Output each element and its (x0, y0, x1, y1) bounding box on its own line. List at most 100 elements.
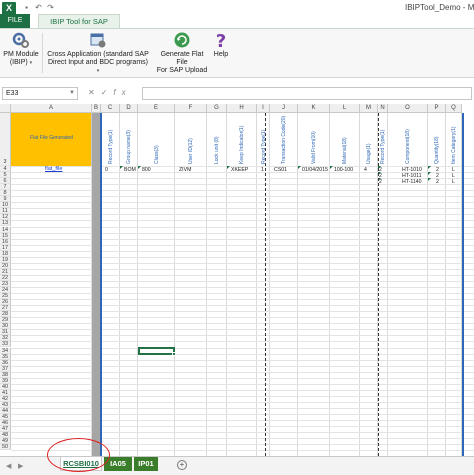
flat-file-link[interactable]: flat_file (45, 166, 62, 172)
column-header[interactable]: D (120, 104, 138, 113)
svg-text:?: ? (216, 31, 226, 49)
grid-row-line (11, 317, 474, 319)
right-blue-border (462, 113, 464, 456)
field-header[interactable]: User ID(12) (188, 138, 194, 164)
undo-icon[interactable]: ↶ (34, 3, 43, 12)
generate-line2: For SAP Upload (156, 67, 208, 74)
column-header[interactable]: G (207, 104, 227, 113)
function-icon[interactable]: fx (113, 88, 131, 97)
enter-icon[interactable]: ✓ (101, 88, 114, 97)
flat-file-header-label: Flat File Generated (30, 135, 73, 141)
app-icon (90, 33, 106, 48)
grid-row-line (11, 190, 474, 192)
column-header[interactable]: M (360, 104, 378, 113)
chevron-down-icon[interactable]: ▼ (69, 88, 75, 99)
grid-row-line (11, 262, 474, 264)
column-header[interactable]: C (101, 104, 120, 113)
grid-row-line (11, 329, 474, 331)
help-button[interactable]: ? Help (211, 31, 231, 59)
column-header[interactable]: F (175, 104, 207, 113)
data-cell[interactable]: 100-100 (334, 167, 353, 173)
error-indicator-icon (428, 166, 431, 169)
window-title: IBIPTool_Demo - Micro (405, 3, 474, 12)
column-header[interactable]: E (138, 104, 175, 113)
pm-module-button[interactable]: PM Module (IBIP) ▾ (2, 31, 40, 67)
data-cell[interactable]: 4 (364, 167, 367, 173)
next-sheet-icon[interactable]: ▶ (18, 462, 23, 470)
column-header[interactable]: O (388, 104, 428, 113)
spreadsheet-grid[interactable]: ABCDEFGHIJKLMNOPQ Flat File Generated Re… (0, 104, 474, 456)
section-divider-1 (265, 113, 266, 456)
save-icon[interactable]: ▪ (22, 3, 31, 12)
data-cell[interactable]: XKEEP (231, 167, 248, 173)
column-header[interactable]: L (330, 104, 360, 113)
data-cell[interactable]: CS01 (274, 167, 287, 173)
help-label: Help (213, 51, 229, 58)
row-header[interactable]: 3 (0, 113, 11, 166)
field-header[interactable]: Transaction Code(20) (281, 116, 287, 164)
column-header[interactable]: K (298, 104, 330, 113)
selected-cell-e33[interactable] (138, 347, 176, 356)
data-cell[interactable]: 1 (261, 167, 264, 173)
column-header[interactable]: J (270, 104, 298, 113)
column-header[interactable]: I (257, 104, 270, 113)
grid-column-line (206, 113, 207, 456)
grid-column-line (174, 113, 175, 456)
grid-row-line (11, 214, 474, 216)
grid-row-line (11, 238, 474, 240)
error-indicator-icon (298, 166, 301, 169)
grid-row-line (11, 389, 474, 391)
grid-row-line (11, 371, 474, 373)
field-header[interactable]: Record Type(1) (380, 130, 386, 164)
item-quantity[interactable]: 2 (436, 179, 439, 185)
formula-input[interactable] (142, 87, 472, 100)
fill-handle[interactable] (172, 352, 176, 356)
item-category[interactable]: L (452, 179, 455, 185)
error-indicator-icon (227, 166, 230, 169)
redo-icon[interactable]: ↷ (46, 3, 55, 12)
grid-row-line (11, 202, 474, 204)
field-header[interactable]: Record Type(1) (108, 130, 114, 164)
column-header[interactable]: Q (446, 104, 462, 113)
data-cell[interactable]: 01/04/2015 (302, 167, 328, 173)
data-cell[interactable]: BOM (124, 167, 136, 173)
column-header[interactable]: P (428, 104, 446, 113)
grid-row-line (11, 341, 474, 343)
column-header[interactable]: B (92, 104, 101, 113)
grid-column-line (256, 113, 257, 456)
select-all-corner[interactable] (0, 104, 11, 113)
sheet-tab-ip01[interactable]: IP01 (134, 457, 158, 471)
grid-row-line (11, 426, 474, 428)
grid-column-line (297, 113, 298, 456)
cancel-icon[interactable]: ✕ (88, 88, 101, 97)
field-header[interactable]: Class(3) (154, 145, 160, 164)
field-header[interactable]: Component(18) (405, 129, 411, 164)
tab-ibip-tool[interactable]: IBIP Tool for SAP (38, 14, 120, 28)
data-cell[interactable]: 800 (142, 167, 151, 173)
item-component[interactable]: HT-1140 (402, 179, 422, 185)
cross-application-button[interactable]: Cross Application (standard SAP Direct I… (46, 31, 150, 75)
field-header[interactable]: Keep Indicator(1) (239, 126, 245, 164)
formula-bar: E33 ▼ ✕✓fx (0, 86, 474, 101)
column-header[interactable]: A (11, 104, 92, 113)
field-header[interactable]: Group name(3) (126, 130, 132, 164)
row-header[interactable]: 50 (0, 444, 11, 451)
field-header[interactable]: Usage(1) (366, 143, 372, 164)
flat-file-header-cell[interactable]: Flat File Generated (11, 113, 92, 166)
file-tab[interactable]: FILE (0, 14, 30, 28)
field-header[interactable]: Item Category(1) (451, 126, 457, 164)
column-header[interactable]: N (378, 104, 388, 113)
data-cell[interactable]: 0 (105, 167, 108, 173)
prev-sheet-icon[interactable]: ◀ (6, 462, 11, 470)
add-sheet-icon[interactable]: + (177, 460, 187, 470)
column-header[interactable]: H (227, 104, 257, 113)
grid-row-line (11, 274, 474, 276)
field-header[interactable]: Valid From(10) (311, 131, 317, 164)
name-box[interactable]: E33 ▼ (2, 87, 78, 100)
grid-column-line (119, 113, 120, 456)
data-cell[interactable]: ZIVM (179, 167, 191, 173)
field-header[interactable]: Quantity(18) (434, 136, 440, 164)
field-header[interactable]: Material(18) (342, 137, 348, 164)
field-header[interactable]: Lock unit (8) (214, 136, 220, 164)
generate-flat-file-button[interactable]: Generate Flat File For SAP Upload (154, 31, 210, 75)
